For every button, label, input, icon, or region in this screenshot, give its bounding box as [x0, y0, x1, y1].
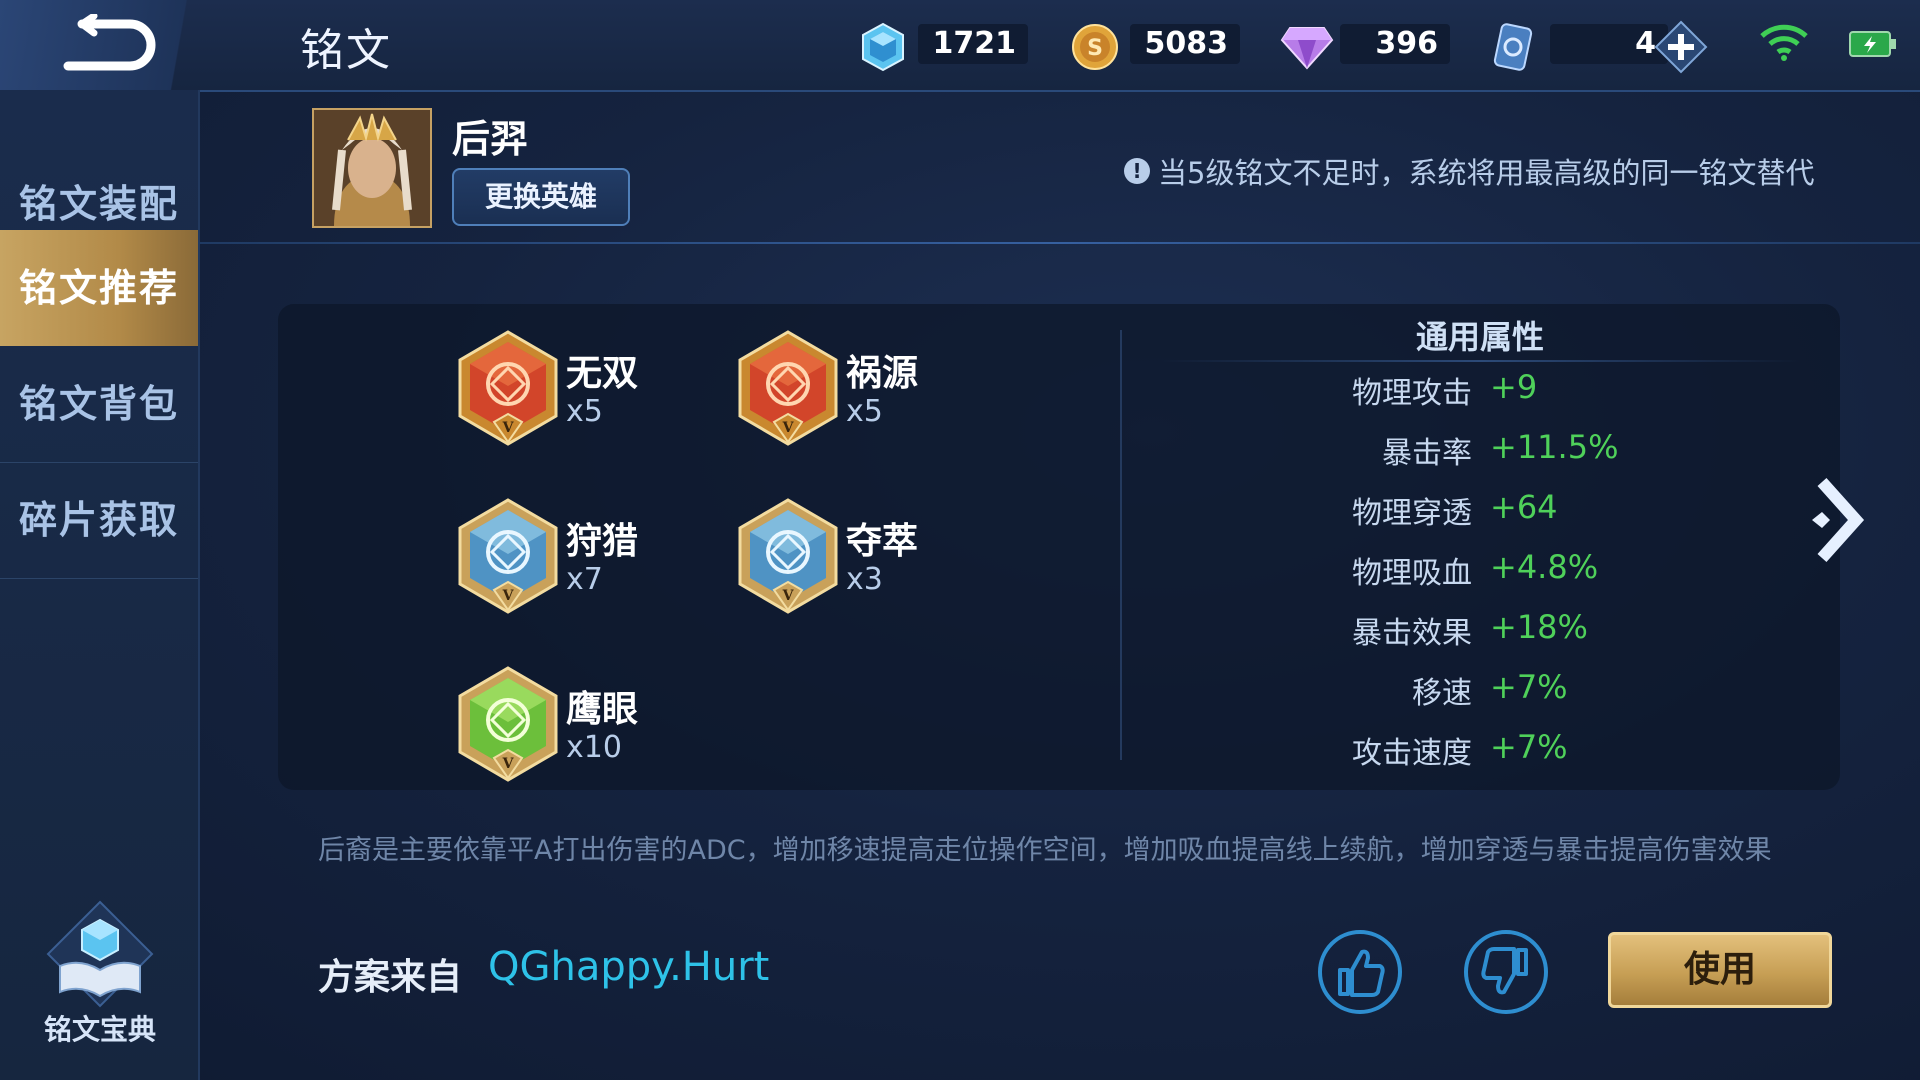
attribute-value: +9: [1490, 368, 1538, 406]
crystal-icon: [862, 22, 904, 72]
rune-name: 狩猎: [566, 521, 639, 562]
rune-item[interactable]: V 祸源 x5: [736, 330, 996, 460]
attribute-row: 攻击速度 +7%: [1180, 728, 1880, 778]
rune-huoyuan-icon: V: [738, 330, 838, 446]
attribute-value: +4.8%: [1490, 548, 1599, 586]
back-arrow-icon[interactable]: [60, 14, 160, 76]
attribute-value: +11.5%: [1490, 428, 1619, 466]
gold-coin-icon: S: [1072, 24, 1118, 70]
svg-text:V: V: [502, 588, 515, 604]
rune-notice: ! 当5级铭文不足时，系统将用最高级的同一铭文替代: [1124, 150, 1814, 192]
hero-avatar-image: [314, 110, 430, 226]
attribute-name: 移速: [1412, 676, 1472, 711]
rune-name: 祸源: [846, 353, 919, 394]
hero-portrait: [312, 108, 432, 228]
plan-author-name[interactable]: QGhappy.Hurt: [488, 944, 769, 990]
change-hero-button[interactable]: 更换英雄: [452, 168, 630, 226]
use-plan-button[interactable]: 使用: [1608, 932, 1832, 1008]
attribute-value: +64: [1490, 488, 1558, 526]
attribute-name: 物理吸血: [1352, 556, 1472, 591]
dislike-button[interactable]: [1464, 930, 1548, 1014]
page-title: 铭文: [300, 25, 392, 76]
attribute-name: 暴击效果: [1352, 616, 1472, 651]
rune-yingyan-icon: V: [458, 666, 558, 782]
currency-diamond: 396: [1280, 22, 1450, 70]
voucher-value: 4: [1550, 24, 1668, 64]
rune-count: x10: [566, 730, 622, 765]
svg-text:V: V: [502, 420, 515, 436]
svg-text:V: V: [502, 756, 515, 772]
attribute-row: 物理攻击 +9: [1180, 368, 1880, 418]
attribute-name: 物理攻击: [1352, 376, 1472, 411]
plan-author-label: 方案来自: [318, 957, 463, 998]
sidebar-item-fragment-obtain[interactable]: 碎片获取: [0, 462, 198, 579]
rune-item[interactable]: V 狩猎 x7: [456, 498, 716, 628]
wifi-icon: [1760, 24, 1808, 61]
attributes-title-underline: [1160, 360, 1800, 362]
rune-count: x3: [846, 562, 883, 597]
attribute-name: 物理穿透: [1352, 496, 1472, 531]
rune-count: x5: [846, 394, 883, 429]
rune-count: x5: [566, 394, 603, 429]
attribute-row: 物理穿透 +64: [1180, 488, 1880, 538]
info-icon: !: [1124, 158, 1150, 184]
rune-codex-icon: [46, 900, 154, 1008]
crystal-value: 1721: [918, 24, 1028, 64]
attribute-name: 暴击率: [1382, 436, 1472, 471]
thumbs-up-icon: [1338, 949, 1385, 997]
rune-item[interactable]: V 鹰眼 x10: [456, 666, 716, 796]
rune-codex-label: 铭文宝典: [43, 1013, 156, 1046]
attribute-row: 暴击率 +11.5%: [1180, 428, 1880, 478]
currency-crystal: 1721: [858, 22, 1028, 72]
rune-wushuang-icon: V: [458, 330, 558, 446]
sidebar-item-rune-bag[interactable]: 铭文背包: [0, 346, 198, 463]
diamond-icon: [1280, 27, 1334, 70]
rune-item[interactable]: V 夺萃 x3: [736, 498, 996, 628]
like-button[interactable]: [1318, 930, 1402, 1014]
attribute-row: 移速 +7%: [1180, 668, 1880, 718]
attribute-value: +7%: [1490, 668, 1568, 706]
svg-text:V: V: [782, 588, 795, 604]
rune-count: x7: [566, 562, 603, 597]
rune-item[interactable]: V 无双 x5: [456, 330, 716, 460]
attribute-name: 攻击速度: [1352, 736, 1472, 771]
rune-duocui-icon: V: [738, 498, 838, 614]
currency-gold: 5083 S: [1070, 22, 1240, 70]
attribute-value: +7%: [1490, 728, 1568, 766]
plan-description: 后裔是主要依靠平A打出伤害的ADC，增加移速提高走位操作空间，增加吸血提高线上续…: [318, 835, 1772, 866]
panel-divider: [1120, 330, 1122, 760]
rune-notice-text: 当5级铭文不足时，系统将用最高级的同一铭文替代: [1158, 156, 1815, 190]
voucher-icon: [1493, 23, 1533, 71]
currency-voucher: 4: [1490, 20, 1710, 74]
attribute-row: 物理吸血 +4.8%: [1180, 548, 1880, 598]
hero-name: 后羿: [452, 117, 529, 161]
rune-name: 无双: [566, 353, 639, 394]
header-divider: [198, 242, 1920, 244]
add-currency-icon[interactable]: [1654, 20, 1708, 74]
attributes-title: 通用属性: [1415, 318, 1544, 356]
attribute-row: 暴击效果 +18%: [1180, 608, 1880, 658]
gold-value: 5083: [1130, 24, 1240, 64]
svg-text:V: V: [782, 420, 795, 436]
top-bar: 铭文 1721 5083 S 396 4: [0, 0, 1920, 92]
attribute-value: +18%: [1490, 608, 1588, 646]
battery-icon: [1849, 31, 1896, 57]
chevron-right-icon[interactable]: [1808, 470, 1868, 570]
svg-text:S: S: [1087, 36, 1103, 61]
rune-codex-button[interactable]: 铭文宝典: [40, 900, 160, 1050]
rune-name: 夺萃: [846, 521, 919, 562]
rune-name: 鹰眼: [566, 689, 639, 730]
thumbs-down-icon: [1481, 947, 1528, 995]
rune-shoulie-icon: V: [458, 498, 558, 614]
diamond-value: 396: [1340, 24, 1450, 64]
sidebar-item-rune-recommend[interactable]: 铭文推荐: [0, 230, 198, 346]
